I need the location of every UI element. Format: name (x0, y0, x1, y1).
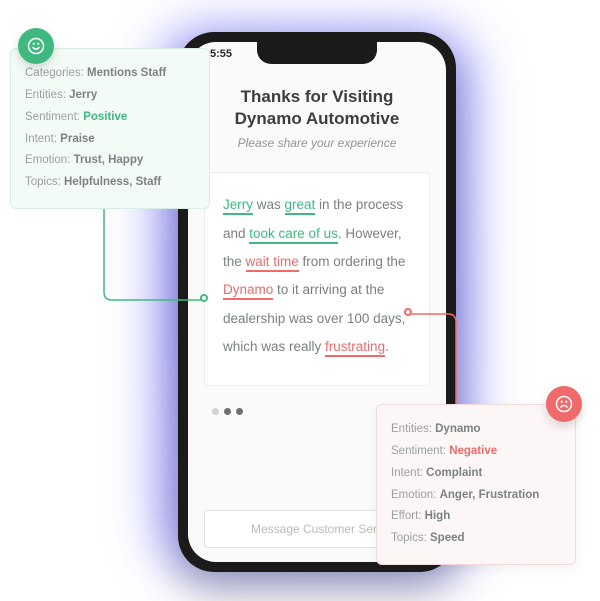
smile-icon (18, 28, 54, 64)
page-title: Thanks for Visiting Dynamo Automotive (206, 86, 428, 130)
pos-sentiment: Positive (83, 111, 127, 123)
review-card[interactable]: Jerry was great in the process and took … (204, 172, 430, 386)
neg-effort: High (425, 510, 451, 522)
neg-entities: Dynamo (435, 423, 480, 435)
connector-positive-end (200, 294, 208, 302)
phone-notch (257, 42, 377, 64)
page-dot-1[interactable] (212, 408, 219, 415)
callout-positive: Categories: Mentions Staff Entities: Jer… (10, 48, 210, 209)
pos-topics: Helpfulness, Staff (64, 176, 161, 188)
status-time: 5:55 (210, 48, 232, 60)
frown-icon (546, 386, 582, 422)
hl-wait-time: wait time (246, 254, 299, 272)
title-line-2: Dynamo Automotive (235, 109, 400, 128)
hl-took-care: took care of us (249, 226, 338, 244)
neg-emotion: Anger, Frustration (440, 489, 540, 501)
hl-great: great (285, 197, 316, 215)
connector-negative-start (404, 308, 412, 316)
page-dot-3[interactable] (236, 408, 243, 415)
hl-jerry: Jerry (223, 197, 253, 215)
title-line-1: Thanks for Visiting (241, 87, 394, 106)
neg-sentiment: Negative (449, 445, 497, 457)
pos-categories: Mentions Staff (87, 67, 166, 79)
callout-negative: Entities: Dynamo Sentiment: Negative Int… (376, 404, 576, 565)
hl-frustrating: frustrating (325, 339, 385, 357)
neg-intent: Complaint (426, 467, 482, 479)
neg-topics: Speed (430, 532, 465, 544)
pos-emotion: Trust, Happy (74, 154, 144, 166)
pos-intent: Praise (60, 133, 95, 145)
hl-dynamo: Dynamo (223, 282, 273, 300)
page-dot-2[interactable] (224, 408, 231, 415)
pos-entities: Jerry (69, 89, 97, 101)
page-subtitle: Please share your experience (206, 136, 428, 150)
